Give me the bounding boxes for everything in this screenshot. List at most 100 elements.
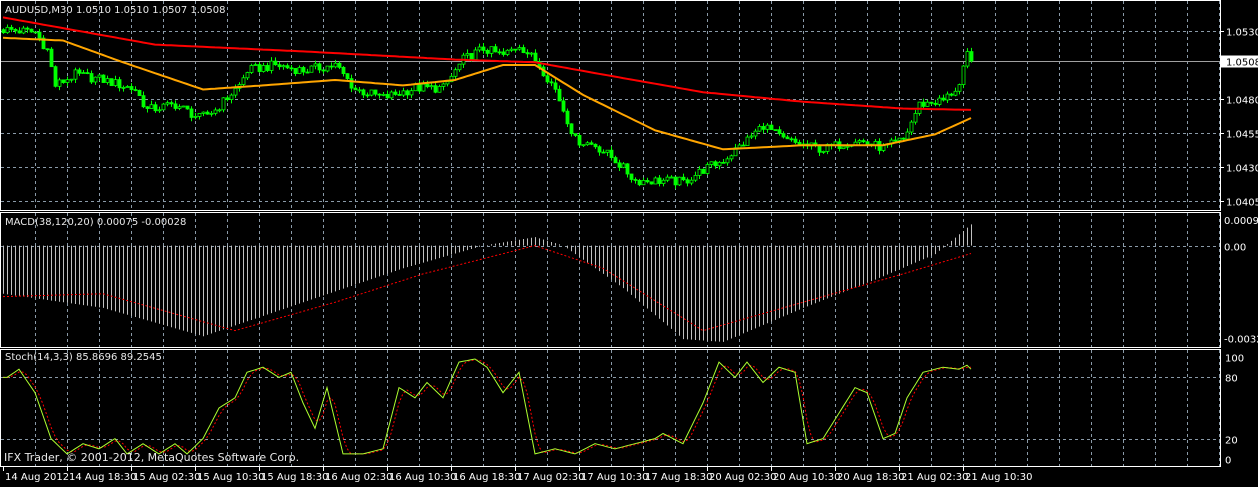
candle-body	[114, 80, 117, 86]
candle-body	[518, 48, 521, 50]
candle-body	[330, 66, 333, 67]
candle-body	[674, 177, 677, 185]
candle-body	[350, 79, 353, 89]
candle-body	[774, 130, 777, 131]
candle-body	[590, 143, 593, 145]
candle-body	[130, 86, 133, 89]
candle-body	[82, 73, 85, 74]
candle-body	[438, 86, 441, 92]
candle-body	[86, 73, 89, 74]
candle-body	[922, 102, 925, 106]
stoch-panel-border	[1, 350, 1221, 467]
price-axis-label: 1.0430	[1226, 164, 1258, 175]
candle-body	[658, 178, 661, 184]
candle-body	[38, 32, 41, 38]
candle-body	[338, 63, 341, 67]
candle-body	[894, 140, 897, 141]
candle-body	[418, 84, 421, 91]
macd-axis-label: 0.00	[1224, 243, 1246, 254]
candle-body	[678, 177, 681, 185]
copyright-text: IFX Trader, © 2001-2012, MetaQuotes Soft…	[4, 451, 299, 464]
time-axis-label: 15 Aug 02:30	[133, 472, 200, 483]
candle-body	[270, 61, 273, 70]
candle-body	[962, 66, 965, 85]
candle-body	[494, 47, 497, 52]
candle-body	[178, 107, 181, 109]
candle-body	[638, 180, 641, 184]
candle-body	[202, 112, 205, 113]
candle-body	[322, 70, 325, 71]
candle-body	[506, 50, 509, 54]
candle-body	[398, 94, 401, 95]
candle-body	[722, 162, 725, 163]
candle-body	[126, 86, 129, 87]
candle-body	[578, 135, 581, 145]
candle-body	[194, 116, 197, 117]
candle-body	[302, 67, 305, 72]
candle-body	[346, 74, 349, 79]
candle-body	[750, 136, 753, 137]
macd-signal-line	[3, 246, 971, 331]
candle-body	[650, 182, 653, 184]
candle-body	[222, 98, 225, 110]
candle-body	[146, 107, 149, 109]
candle-body	[690, 180, 693, 183]
candle-body	[190, 109, 193, 117]
candle-body	[938, 98, 941, 104]
candle-body	[154, 105, 157, 111]
time-axis-label: 17 Aug 18:30	[645, 472, 712, 483]
candle-body	[698, 169, 701, 175]
candle-body	[182, 106, 185, 107]
candle-body	[634, 179, 637, 180]
macd-label: MACD(38,120,20) 0.00075 -0.00028	[5, 217, 186, 228]
candle-body	[574, 134, 577, 136]
candle-body	[206, 112, 209, 114]
candle-body	[582, 145, 585, 146]
candle-body	[602, 152, 605, 153]
time-axis-label: 21 Aug 02:30	[901, 472, 968, 483]
candle-body	[6, 27, 9, 32]
candle-body	[606, 150, 609, 152]
candle-body	[386, 94, 389, 97]
macd-axis-label: -0.00326	[1224, 335, 1258, 346]
candle-body	[686, 180, 689, 183]
candle-body	[70, 79, 73, 80]
candle-body	[946, 94, 949, 100]
symbol-info: AUDUSD,M30 1.0510 1.0510 1.0507 1.0508	[5, 5, 225, 16]
candle-body	[558, 89, 561, 101]
candle-body	[186, 106, 189, 109]
trading-chart[interactable]: AUDUSD,M30 1.0510 1.0510 1.0507 1.0508 M…	[0, 0, 1258, 483]
candle-body	[918, 102, 921, 113]
candle-body	[898, 138, 901, 140]
candle-body	[842, 147, 845, 149]
candle-body	[694, 175, 697, 180]
candle-body	[138, 90, 141, 95]
candle-body	[354, 88, 357, 90]
candle-body	[502, 52, 505, 55]
candle-body	[702, 169, 705, 173]
candle-body	[858, 141, 861, 143]
price-panel[interactable]	[2, 17, 973, 188]
candle-body	[642, 180, 645, 184]
candle-body	[670, 177, 673, 178]
candle-body	[614, 158, 617, 163]
candle-body	[770, 125, 773, 129]
candle-body	[626, 164, 629, 174]
candle-body	[926, 102, 929, 106]
candle-body	[62, 80, 65, 83]
candle-body	[374, 90, 377, 94]
candle-body	[110, 79, 113, 86]
candle-body	[22, 28, 25, 33]
macd-panel[interactable]	[3, 224, 972, 342]
candle-body	[98, 75, 101, 77]
candle-body	[754, 131, 757, 136]
candle-body	[306, 72, 309, 73]
candle-body	[530, 53, 533, 54]
candle-body	[274, 61, 277, 65]
candle-body	[30, 29, 33, 32]
candle-body	[402, 91, 405, 95]
candle-body	[362, 90, 365, 95]
candle-body	[790, 139, 793, 140]
time-axis-label: 16 Aug 02:30	[325, 472, 392, 483]
candle-body	[914, 113, 917, 122]
